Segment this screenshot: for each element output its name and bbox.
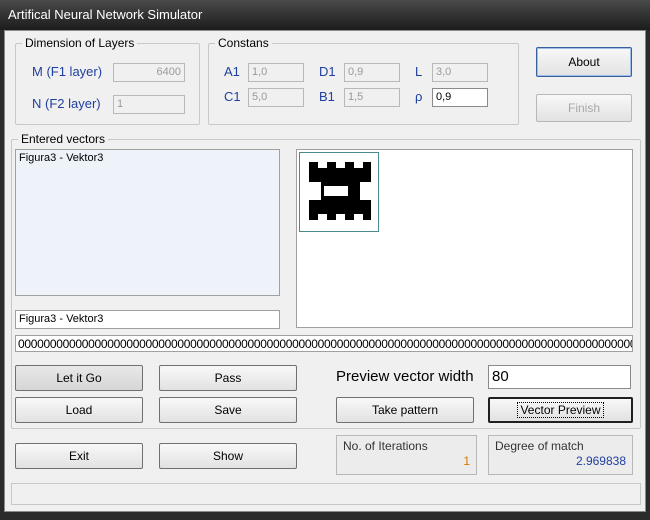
m-layer-field[interactable]: 6400 bbox=[113, 63, 185, 82]
match-box: Degree of match 2.969838 bbox=[488, 435, 633, 475]
status-bar bbox=[11, 483, 641, 505]
preview-panel bbox=[296, 149, 633, 328]
iterations-label: No. of Iterations bbox=[343, 439, 428, 453]
constants-group: Constans A1 1,0 D1 0,9 L 3,0 C1 5,0 B1 1… bbox=[208, 36, 519, 125]
title-bar: Artifical Neural Network Simulator bbox=[0, 0, 650, 30]
preview-width-field[interactable]: 80 bbox=[488, 365, 631, 389]
preview-width-label: Preview vector width bbox=[336, 368, 474, 385]
b1-field[interactable]: 1,5 bbox=[344, 88, 400, 107]
n-layer-field[interactable]: 1 bbox=[113, 95, 185, 114]
let-it-go-label: Let it Go bbox=[56, 371, 102, 385]
l-field[interactable]: 3,0 bbox=[432, 63, 488, 82]
constants-group-title: Constans bbox=[215, 36, 272, 50]
layers-group: Dimension of Layers M (F1 layer) 6400 N … bbox=[15, 36, 200, 125]
l-label: L bbox=[415, 64, 423, 79]
a1-label: A1 bbox=[224, 64, 240, 79]
rho-label: ρ bbox=[415, 89, 423, 104]
finish-button[interactable]: Finish bbox=[536, 94, 632, 122]
pass-label: Pass bbox=[214, 371, 242, 385]
pattern-thumbnail bbox=[299, 152, 379, 232]
vector-list[interactable]: Figura3 - Vektor3 bbox=[15, 149, 280, 296]
load-button[interactable]: Load bbox=[15, 397, 143, 423]
c1-label: C1 bbox=[224, 89, 241, 104]
binary-vector-field[interactable]: 0000000000000000000000000000000000000000… bbox=[15, 335, 633, 352]
about-button[interactable]: About bbox=[536, 47, 632, 77]
vector-name-text: Figura3 - Vektor3 bbox=[19, 313, 104, 325]
save-label: Save bbox=[214, 403, 242, 417]
exit-button[interactable]: Exit bbox=[15, 443, 143, 469]
show-button[interactable]: Show bbox=[159, 443, 297, 469]
b1-label: B1 bbox=[319, 89, 335, 104]
save-button[interactable]: Save bbox=[159, 397, 297, 423]
iterations-value: 1 bbox=[463, 454, 470, 468]
take-pattern-label: Take pattern bbox=[371, 403, 439, 417]
pass-button[interactable]: Pass bbox=[159, 365, 297, 391]
vector-preview-button[interactable]: Vector Preview bbox=[488, 397, 633, 423]
window-title: Artifical Neural Network Simulator bbox=[8, 7, 203, 22]
pattern-image bbox=[309, 162, 371, 220]
vector-name-field[interactable]: Figura3 - Vektor3 bbox=[15, 310, 280, 329]
let-it-go-button[interactable]: Let it Go bbox=[15, 365, 143, 391]
rho-field[interactable]: 0,9 bbox=[432, 88, 488, 107]
vector-list-item[interactable]: Figura3 - Vektor3 bbox=[19, 152, 103, 164]
layers-group-title: Dimension of Layers bbox=[22, 36, 138, 50]
match-value: 2.969838 bbox=[575, 454, 626, 468]
vector-preview-label: Vector Preview bbox=[517, 402, 604, 418]
binary-vector-text: 0000000000000000000000000000000000000000… bbox=[18, 337, 632, 351]
finish-button-label: Finish bbox=[567, 101, 600, 115]
m-layer-label: M (F1 layer) bbox=[32, 64, 103, 79]
main-window: Dimension of Layers M (F1 layer) 6400 N … bbox=[4, 30, 646, 512]
show-label: Show bbox=[212, 449, 244, 463]
take-pattern-button[interactable]: Take pattern bbox=[336, 397, 474, 423]
d1-label: D1 bbox=[319, 64, 336, 79]
c1-field[interactable]: 5,0 bbox=[248, 88, 304, 107]
n-layer-label: N (F2 layer) bbox=[32, 96, 101, 111]
load-label: Load bbox=[65, 403, 93, 417]
a1-field[interactable]: 1,0 bbox=[248, 63, 304, 82]
match-label: Degree of match bbox=[495, 439, 584, 453]
exit-label: Exit bbox=[68, 449, 89, 463]
about-button-label: About bbox=[568, 55, 600, 69]
vectors-group-title: Entered vectors bbox=[18, 132, 109, 146]
iterations-box: No. of Iterations 1 bbox=[336, 435, 477, 475]
d1-field[interactable]: 0,9 bbox=[344, 63, 400, 82]
